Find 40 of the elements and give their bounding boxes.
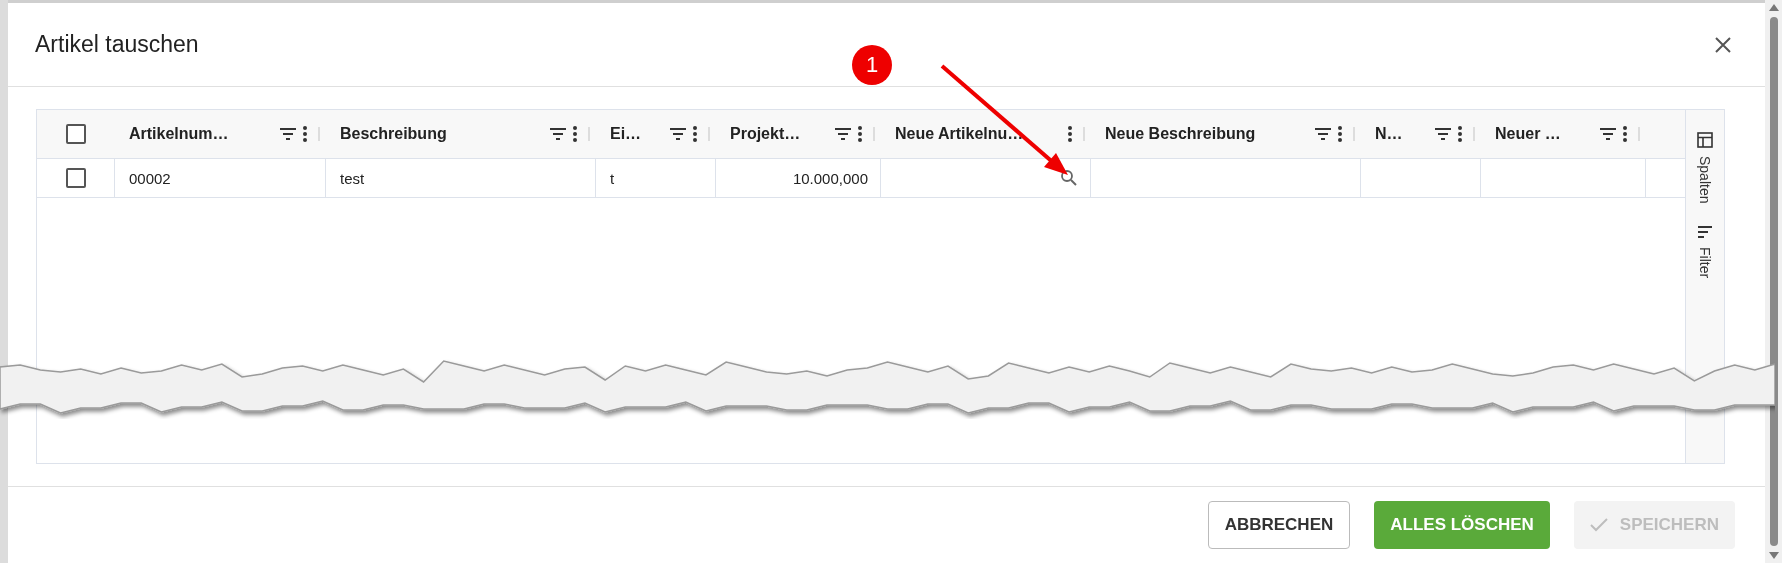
scroll-down-icon[interactable] — [1768, 552, 1779, 559]
filter-icon[interactable] — [1313, 126, 1333, 142]
filter-icon[interactable] — [1433, 126, 1453, 142]
column-header[interactable]: Neuer … — [1495, 125, 1594, 143]
table-cell: 10.000,000 — [792, 169, 868, 187]
table-cell: test — [340, 169, 365, 187]
more-icon[interactable] — [572, 125, 578, 143]
table-icon — [1697, 132, 1713, 148]
more-icon[interactable] — [1337, 125, 1343, 143]
more-icon[interactable] — [1457, 125, 1463, 143]
column-header[interactable]: N… — [1375, 125, 1429, 143]
table-cell: 00002 — [129, 169, 171, 187]
table-cell: t — [610, 169, 615, 187]
more-icon[interactable] — [1067, 125, 1073, 143]
filter-icon[interactable] — [668, 126, 688, 142]
scrollbar-thumb[interactable] — [1769, 17, 1778, 546]
column-header[interactable]: Neue Beschreibung — [1105, 125, 1309, 143]
filter-icon — [1697, 225, 1713, 240]
filter-icon[interactable] — [278, 126, 298, 142]
dialog-title: Artikel tauschen — [35, 31, 199, 58]
scroll-up-icon[interactable] — [1768, 4, 1779, 11]
more-icon[interactable] — [302, 125, 308, 143]
side-panel-tab[interactable]: Spalten — [1697, 132, 1713, 204]
filter-icon[interactable] — [833, 126, 853, 142]
more-icon[interactable] — [1622, 125, 1628, 143]
filter-icon[interactable] — [548, 126, 568, 142]
side-panel-tab[interactable]: Filter — [1697, 225, 1713, 279]
more-icon[interactable] — [692, 125, 698, 143]
search-icon[interactable] — [1060, 169, 1078, 187]
column-header[interactable]: Projekt… — [730, 125, 829, 143]
checkbox[interactable] — [65, 168, 86, 188]
check-icon — [1589, 518, 1608, 532]
dialog-button[interactable]: ABBRECHEN — [1207, 501, 1351, 549]
column-header[interactable]: Beschreibung — [340, 125, 544, 143]
filter-icon[interactable] — [1598, 126, 1618, 142]
more-icon[interactable] — [857, 125, 863, 143]
checkbox[interactable] — [66, 124, 86, 144]
column-header[interactable]: Artikelnum… — [129, 125, 274, 143]
close-icon — [1715, 36, 1731, 53]
column-header[interactable]: Ei… — [610, 125, 664, 143]
